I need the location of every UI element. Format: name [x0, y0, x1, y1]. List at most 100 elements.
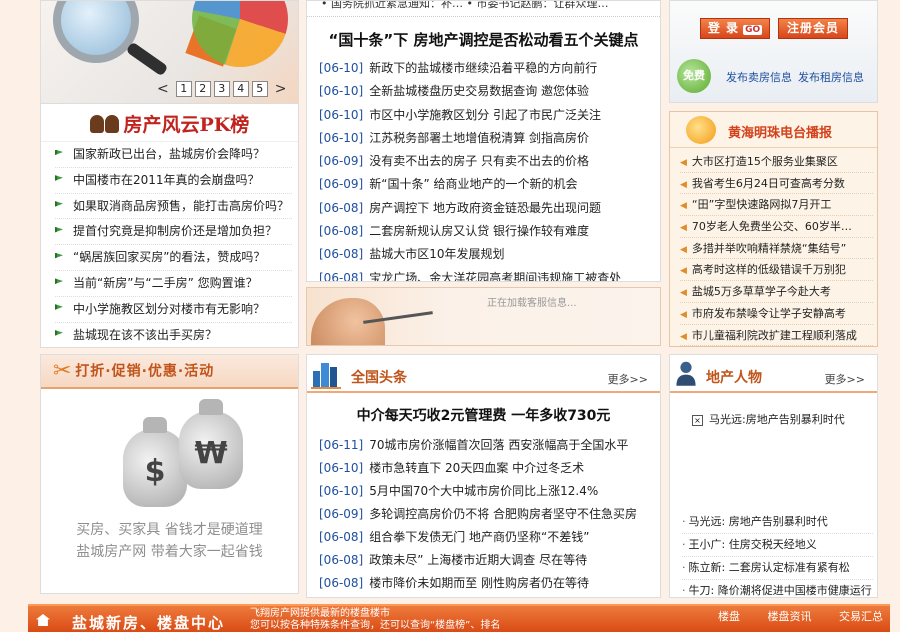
pk-item-link[interactable]: 如果取消商品房预售，能打击高房价吗？	[73, 199, 289, 213]
national-more-link[interactable]: 更多>>	[608, 371, 648, 387]
news-link[interactable]: 政策未尽” 上海楼市近期大调查 尽在等待	[369, 553, 587, 567]
list-item: 盐城现在该不该出手买房？	[55, 323, 292, 347]
pk-item-link[interactable]: 国家新政已出台，盐城房价会降吗？	[73, 147, 265, 161]
promo-panel[interactable]: ✂ 打折·促销·优惠·活动 $ ₩ 买房、买家具 省钱才是硬道理 盐城房产网 带…	[40, 354, 299, 594]
local-news-panel: • 国务院抓近紧急通知：补… • 市委书记赵鹏：让群众理… “国十条”下 房地产…	[306, 0, 661, 282]
flag-icon	[55, 304, 63, 310]
people-item-link[interactable]: 牛刀: 降价潮将促进中国楼市健康运行	[689, 584, 872, 597]
bullet-icon: ·	[682, 538, 686, 551]
news-link[interactable]: 盐城大市区10年发展规划	[369, 247, 504, 261]
pager-page-4[interactable]: 4	[232, 81, 249, 97]
pk-item-link[interactable]: 中小学施教区划分对楼市有无影响？	[73, 302, 265, 316]
news-link[interactable]: 新政下的盐城楼市继续沿着平稳的方向前行	[369, 61, 597, 75]
pk-item-link[interactable]: 盐城现在该不该出手买房？	[73, 328, 217, 342]
pk-item-link[interactable]: 提首付究竟是抑制房价还是增加负担？	[73, 224, 277, 238]
pk-item-link[interactable]: 中国楼市在2011年真的会崩盘吗？	[73, 173, 260, 187]
news-item: [06-08] 房产调控下 地方政府资金链恐最先出现问题	[319, 197, 650, 220]
news-date: [06-08]	[319, 270, 364, 282]
radio-item-link[interactable]: 市儿童福利院改扩建工程顺利落成	[692, 329, 857, 342]
prev-arrow-icon[interactable]: <	[153, 81, 173, 97]
radio-item-link[interactable]: “田”字型快速路网拟7月开工	[692, 198, 831, 211]
bullet-icon: ·	[682, 515, 686, 528]
news-item: [06-10] 新政下的盐城楼市继续沿着平稳的方向前行	[319, 57, 650, 80]
national-title: 全国头条	[351, 370, 407, 386]
news-date: [06-09]	[319, 154, 364, 169]
login-button[interactable]: 登 录 GO	[700, 18, 770, 39]
list-item: 当前“新房”与“二手房” 您购置谁？	[55, 271, 292, 297]
next-arrow-icon[interactable]: >	[271, 81, 291, 97]
promo-line-1: 买房、买家具 省钱才是硬道理	[76, 522, 263, 538]
post-rent-link[interactable]: 发布租房信息	[798, 71, 864, 84]
radio-item-link[interactable]: 我省考生6月24日可查高考分数	[692, 177, 845, 190]
list-item: 中国楼市在2011年真的会崩盘吗？	[55, 168, 292, 194]
pager-page-5[interactable]: 5	[251, 81, 268, 97]
pager-page-1[interactable]: 1	[175, 81, 192, 97]
real-estate-people-panel: 地产人物 更多>> × 马光远:房地产告别暴利时代 · 马光远: 房地产告别暴利时代…	[669, 354, 878, 598]
home-icon[interactable]	[36, 614, 50, 626]
news-link[interactable]: 二套房新规认房又认贷 银行操作较有难度	[369, 224, 589, 238]
news-link[interactable]: 新“国十条” 给商业地产的一个新的机会	[369, 177, 577, 191]
news-item: [06-10] 市区中小学施教区划分 引起了市民广泛关注	[319, 104, 650, 127]
people-item-link[interactable]: 马光远: 房地产告别暴利时代	[689, 515, 828, 528]
banner-slideshow[interactable]: < 1 2 3 4 5 >	[40, 0, 299, 104]
radio-item-link[interactable]: 大市区打造15个服务业集聚区	[692, 155, 838, 168]
link-listings[interactable]: 楼盘	[718, 610, 740, 623]
news-link[interactable]: 70城市房价涨幅首次回落 西安涨幅高于全国水平	[369, 438, 628, 452]
news-item: [06-09] 没有卖不出去的房子 只有卖不出去的价格	[319, 150, 650, 173]
won-bag-icon: ₩	[179, 399, 243, 489]
people-item-link[interactable]: 王小广: 住房交税天经地义	[689, 538, 817, 551]
news-link[interactable]: 组合拳下发债无门 地产商仍坚称“不差钱”	[369, 530, 589, 544]
news-link[interactable]: 房产调控下 地方政府资金链恐最先出现问题	[369, 201, 601, 215]
pk-board-header: 房产风云PK榜	[41, 104, 298, 142]
flag-icon	[55, 330, 63, 336]
pager-page-2[interactable]: 2	[194, 81, 211, 97]
person-icon	[676, 361, 696, 386]
news-link[interactable]: 宝龙广场、金大洋花园高考期间违规施工被查处	[369, 271, 621, 281]
news-date: [06-08]	[319, 247, 364, 262]
radio-item-link[interactable]: 高考时这样的低级错误千万别犯	[692, 263, 846, 276]
banner-pager: < 1 2 3 4 5 >	[153, 81, 290, 97]
news-date: [06-10]	[319, 484, 364, 498]
top-news-ticker[interactable]: • 国务院抓近紧急通知：补… • 市委书记赵鹏：让群众理…	[307, 1, 660, 17]
magnifier-handle	[125, 41, 169, 77]
dollar-bag-icon: $	[123, 417, 187, 507]
news-link[interactable]: 多轮调控高房价仍不将 合肥购房者坚守不住急买房	[369, 507, 637, 521]
news-link[interactable]: 市区中小学施教区划分 引起了市民广泛关注	[369, 108, 601, 122]
register-button[interactable]: 注册会员	[778, 18, 848, 39]
list-item: ◀ 我省考生6月24日可查高考分数	[680, 173, 873, 195]
pk-item-link[interactable]: “蜗居族回家买房”的看法，赞成吗？	[73, 250, 265, 264]
news-item: [06-08] 组合拳下发债无门 地产商仍坚称“不差钱”	[319, 526, 650, 549]
scissors-icon: ✂	[53, 358, 72, 384]
news-link[interactable]: 全新盐城楼盘历史交易数据查询 邀您体验	[369, 84, 589, 98]
news-link[interactable]: 楼市急转直下 20天四血案 中介过冬乏术	[369, 461, 584, 475]
featured-person[interactable]: × 马光远:房地产告别暴利时代	[692, 411, 877, 427]
news-link[interactable]: 楼市降价未如期而至 刚性购房者仍在等待	[369, 576, 589, 590]
post-links: 发布卖房信息 发布租房信息	[726, 69, 870, 85]
radio-item-link[interactable]: 多措并举吹响精祥禁烧“集结号”	[692, 242, 846, 255]
flag-icon	[55, 175, 63, 181]
news-headline[interactable]: “国十条”下 房地产调控是否松动看五个关键点	[307, 29, 660, 50]
news-link[interactable]: 江苏税务部署土地增值税清算 剑指高房价	[369, 131, 589, 145]
link-listing-news[interactable]: 楼盘资讯	[768, 610, 812, 623]
bullet-icon: ·	[682, 584, 686, 597]
buildings-icon	[311, 363, 341, 389]
radio-item-link[interactable]: 70岁老人免费坐公交、60岁半…	[692, 220, 852, 233]
radio-item-link[interactable]: 市府发布禁噪令让学子安静高考	[692, 307, 846, 320]
radio-item-link[interactable]: 盐城5万多草草学子今赴大考	[692, 285, 831, 298]
people-item-link[interactable]: 陈立新: 二套房认定标准有紧有松	[689, 561, 850, 574]
news-item: [06-08] 楼市降价未如期而至 刚性购房者仍在等待	[319, 572, 650, 595]
customer-service-banner[interactable]: 正在加载客服信息...	[306, 287, 661, 346]
promo-title: 打折·促销·优惠·活动	[75, 363, 215, 380]
pk-item-link[interactable]: 当前“新房”与“二手房” 您购置谁？	[73, 276, 258, 290]
news-link[interactable]: 没有卖不出去的房子 只有卖不出去的价格	[369, 154, 589, 168]
news-item: [06-10] 全新盐城楼盘历史交易数据查询 邀您体验	[319, 80, 650, 103]
flag-icon	[55, 278, 63, 284]
people-more-link[interactable]: 更多>>	[825, 371, 865, 387]
post-sale-link[interactable]: 发布卖房信息	[726, 71, 792, 84]
pager-page-3[interactable]: 3	[213, 81, 230, 97]
flag-icon	[55, 149, 63, 155]
news-link[interactable]: 5月中国70个大中城市房价同比上涨12.4%	[369, 484, 598, 498]
national-headline[interactable]: 中介每天巧收2元管理费 一年多收730元	[307, 405, 660, 425]
news-item: [06-09] 多轮调控高房价仍不将 合肥购房者坚守不住急买房	[319, 503, 650, 526]
link-transactions[interactable]: 交易汇总	[839, 610, 883, 623]
